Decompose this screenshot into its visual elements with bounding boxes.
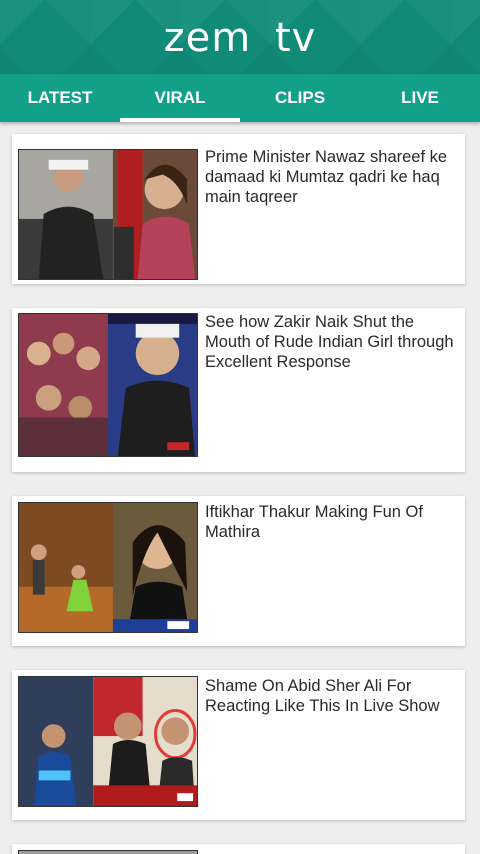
tab-viral-label: VIRAL bbox=[154, 88, 206, 107]
tab-latest-label: LATEST bbox=[27, 88, 93, 107]
video-card[interactable] bbox=[12, 844, 465, 854]
video-thumbnail[interactable] bbox=[18, 502, 198, 633]
video-title: Prime Minister Nawaz shareef ke damaad k… bbox=[205, 148, 448, 206]
tab-latest[interactable]: LATEST bbox=[0, 74, 120, 122]
video-thumbnail[interactable] bbox=[18, 850, 198, 854]
video-thumbnail[interactable] bbox=[18, 149, 198, 280]
video-card[interactable]: Shame On Abid Sher Ali For Reacting Like… bbox=[12, 670, 465, 820]
tab-live[interactable]: LIVE bbox=[360, 74, 480, 122]
tab-live-label: LIVE bbox=[401, 88, 439, 107]
video-title: See how Zakir Naik Shut the Mouth of Rud… bbox=[205, 313, 454, 371]
video-title: Shame On Abid Sher Ali For Reacting Like… bbox=[205, 677, 440, 715]
video-card[interactable]: Iftikhar Thakur Making Fun Of Mathira bbox=[12, 496, 465, 646]
tab-clips-label: CLIPS bbox=[274, 88, 326, 107]
video-card[interactable]: See how Zakir Naik Shut the Mouth of Rud… bbox=[12, 308, 465, 472]
video-thumbnail[interactable] bbox=[18, 313, 198, 457]
app-header: zem tv bbox=[0, 0, 480, 74]
app-logo: zem tv bbox=[163, 15, 317, 61]
video-feed: Prime Minister Nawaz shareef ke damaad k… bbox=[0, 122, 480, 854]
video-title: Iftikhar Thakur Making Fun Of Mathira bbox=[205, 503, 423, 541]
video-thumbnail[interactable] bbox=[18, 676, 198, 807]
video-card[interactable]: Prime Minister Nawaz shareef ke damaad k… bbox=[12, 134, 465, 284]
tab-bar: LATEST VIRAL CLIPS LIVE bbox=[0, 74, 480, 122]
tab-viral[interactable]: VIRAL bbox=[120, 74, 240, 122]
tab-clips[interactable]: CLIPS bbox=[240, 74, 360, 122]
